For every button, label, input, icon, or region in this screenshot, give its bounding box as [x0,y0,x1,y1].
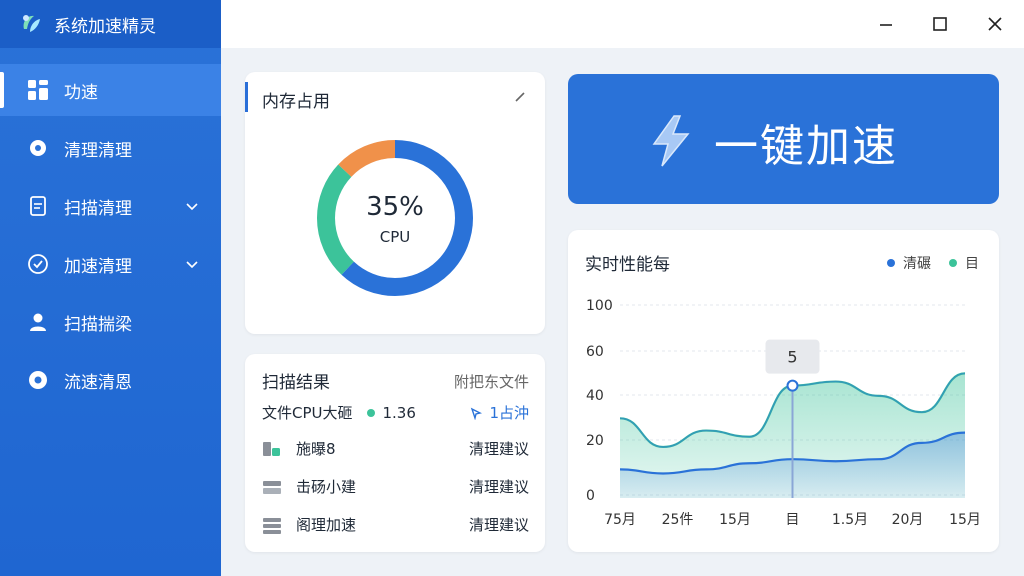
x-tick-label: 1.5月 [832,512,868,528]
sidebar-item-4[interactable]: 扫描揣梁 [0,296,221,348]
sidebar-item-label: 扫描揣梁 [64,314,132,335]
close-icon [988,17,1002,31]
sidebar-item-3[interactable]: 加速清理 [0,238,221,290]
scan-title: 扫描结果 [262,373,330,393]
chevron-down-icon[interactable] [185,256,199,270]
memory-sub-label: CPU [379,228,411,246]
scan-item-label: 施曝8 [296,440,336,458]
performance-chart: 100 60 40 20 0 75月 25件 15月 目 1.5月 20月 15月 5 [586,298,981,528]
y-tick-label: 60 [586,344,604,360]
app-title: 系统加速精灵 [54,16,156,37]
summary-right[interactable]: 1占沖 [469,402,529,423]
sidebar-item-label: 流速清恩 [64,372,132,393]
sidebar-item-2[interactable]: 扫描清理 [0,180,221,232]
x-tick-label: 目 [786,512,800,528]
lightning-icon [652,115,690,167]
minimize-icon [880,24,892,26]
x-tick-label: 15月 [949,512,981,528]
one-click-boost-button[interactable]: 一键加速 [568,74,999,204]
grid-icon [26,78,50,102]
scan-summary-row: 文件CPU大砸 1.36 1占沖 [262,402,529,423]
close-button[interactable] [981,10,1009,38]
window-titlebar [221,0,1024,48]
app-logo-icon [23,15,40,32]
x-tick-label: 15月 [719,512,751,528]
settings-icon [26,368,50,392]
green-dot-icon [366,408,375,417]
lock-file-icon [262,440,284,458]
y-tick-label: 0 [586,488,595,504]
y-tick-label: 40 [586,388,604,404]
sidebar-item-label: 清理清理 [64,140,132,161]
memory-percent: 35% [366,192,424,222]
sidebar-item-label: 扫描清理 [64,198,132,219]
summary-right-label: 1占沖 [489,404,529,422]
stack-icon [262,478,284,496]
scan-item-label: 阁理加速 [296,516,357,534]
sidebar: 系统加速精灵 功速清理清理扫描清理加速清理扫描揣梁流速清恩 [0,0,221,576]
sidebar-item-0[interactable]: 功速 [0,64,221,116]
scan-list-item: 阁理加速 清理建议 [262,514,529,535]
scan-item-label: 击砀小建 [296,478,357,496]
performance-card: 实时性能每 清碾 目 100 60 40 20 0 75月 25件 15月目 1.5月 20月 15… [568,230,999,552]
sidebar-item-label: 功速 [64,82,98,103]
x-tick-label: 20月 [892,512,924,528]
scan-result-card: 扫描结果 附把东文件 文件CPU大砸 1.36 1占沖 施曝8 清理建议 击砀小建清… [245,354,545,552]
marker-point[interactable] [786,379,799,392]
chevron-down-icon[interactable] [185,198,199,212]
app-title-bar: 系统加速精灵 [0,0,221,48]
x-tick-label: 25件 [662,512,694,528]
scan-item-action[interactable]: 清理建议 [469,438,529,459]
minimize-button[interactable] [872,10,900,38]
boost-label: 一键加速 [714,121,898,172]
scan-list-item: 施曝8 清理建议 [262,438,529,459]
document-icon [26,194,50,218]
scan-item-action[interactable]: 清理建议 [469,476,529,497]
summary-label: 文件CPU大砸 [262,404,353,422]
sidebar-item-1[interactable]: 清理清理 [0,122,221,174]
x-tick-label: 75月 [604,512,636,528]
sidebar-item-5[interactable]: 流速清恩 [0,354,221,406]
tooltip-value: 5 [787,348,797,367]
y-tick-label: 100 [586,298,613,314]
sidebar-nav: 功速清理清理扫描清理加速清理扫描揣梁流速清恩 [0,64,221,406]
user-icon [26,310,50,334]
memory-card: 内存占用 35% CPU [245,72,545,334]
scan-item-action[interactable]: 清理建议 [469,514,529,535]
scan-list-item: 击砀小建 清理建议 [262,476,529,497]
maximize-icon [933,17,947,31]
summary-value: 1.36 [382,403,416,422]
scan-link[interactable]: 附把东文件 [454,371,529,392]
list-icon [262,516,284,534]
y-tick-label: 20 [586,433,604,449]
check-circle-icon [26,252,50,276]
pin-icon [471,407,483,420]
gear-icon [26,136,50,160]
maximize-button[interactable] [926,10,954,38]
sidebar-item-label: 加速清理 [64,256,132,277]
